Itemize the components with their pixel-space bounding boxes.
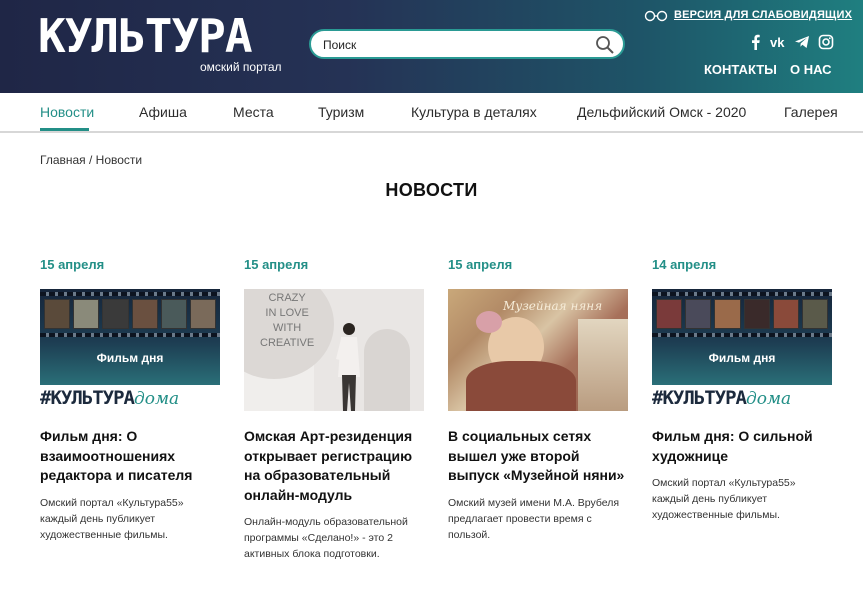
culture-home-tag: #КУЛЬТУРАдома (40, 385, 220, 411)
slide-text: CRAZY IN LOVE WITH CREATIVE (260, 292, 315, 349)
news-excerpt: Онлайн-модуль образовательной программы … (244, 516, 408, 560)
facebook-icon[interactable] (748, 34, 764, 50)
news-date: 14 апреля (652, 257, 717, 272)
site-logo[interactable]: КУЛЬТУРА омский портал (38, 9, 288, 78)
news-date: 15 апреля (448, 257, 513, 272)
glasses-icon (644, 10, 668, 22)
news-excerpt: Омский портал «Культура55» каждый день п… (40, 496, 184, 541)
news-image[interactable]: Фильм дня #КУЛЬТУРАдома (652, 289, 832, 411)
film-strip-graphic: Фильм дня (652, 289, 832, 385)
news-card[interactable]: 14 апреля Фильм дня #КУЛЬТУРАдома Фильм … (652, 257, 834, 523)
breadcrumb[interactable]: Главная / Новости (40, 153, 142, 167)
svg-text:vk: vk (770, 35, 785, 50)
news-title[interactable]: В социальных сетях вышел уже второй выпу… (448, 427, 630, 486)
nav-active-indicator (40, 128, 89, 131)
contacts-link[interactable]: КОНТАКТЫ (704, 62, 777, 77)
nav-item-tourism[interactable]: Туризм (318, 104, 364, 120)
search-icon[interactable] (595, 35, 615, 55)
search-input[interactable] (323, 36, 583, 54)
nav-item-culture-details[interactable]: Культура в деталях (411, 104, 537, 120)
accessibility-label: ВЕРСИЯ ДЛЯ СЛАБОВИДЯЩИХ (674, 9, 853, 21)
news-date: 15 апреля (40, 257, 105, 272)
news-title[interactable]: Фильм дня: О взаимоотношениях редактора … (40, 427, 222, 486)
news-title[interactable]: Фильм дня: О сильной художнице (652, 427, 834, 466)
logo-wordmark: КУЛЬТУРА (38, 9, 253, 63)
nav-item-afisha[interactable]: Афиша (139, 104, 187, 120)
news-image[interactable]: Фильм дня #КУЛЬТУРАдома (40, 289, 220, 411)
news-card[interactable]: 15 апреля CRAZY IN LOVE WITH CREATIVE Ом… (244, 257, 426, 562)
film-label: Фильм дня (708, 351, 776, 365)
news-excerpt: Омский портал «Культура55» каждый день п… (652, 477, 796, 521)
news-card[interactable]: 15 апреля Фильм дня #КУЛЬТУРАдома Фильм … (40, 257, 222, 543)
film-label: Фильм дня (96, 351, 164, 365)
nav-item-news[interactable]: Новости (40, 104, 94, 120)
page-title: НОВОСТИ (385, 180, 478, 200)
painting-caption: Музейная няня (503, 299, 603, 313)
nav-item-gallery[interactable]: Галерея (784, 104, 838, 120)
site-header: КУЛЬТУРА омский портал ВЕРСИЯ ДЛЯ СЛАБОВ… (0, 0, 863, 93)
speaker-figure (336, 323, 360, 411)
news-image[interactable]: Музейная няня (448, 289, 628, 411)
search-box (309, 29, 625, 59)
instagram-icon[interactable] (818, 34, 834, 50)
main-nav: Новости Афиша Места Туризм Культура в де… (0, 93, 863, 133)
telegram-icon[interactable] (794, 34, 810, 50)
news-image[interactable]: CRAZY IN LOVE WITH CREATIVE (244, 289, 424, 411)
about-link[interactable]: О НАС (790, 62, 832, 77)
news-title[interactable]: Омская Арт-резиденция открывает регистра… (244, 427, 426, 505)
nav-item-delphic-omsk[interactable]: Дельфийский Омск - 2020 (577, 104, 746, 120)
news-card[interactable]: 15 апреля Музейная няня В социальных сет… (448, 257, 630, 543)
nav-item-places[interactable]: Места (233, 104, 274, 120)
film-strip-graphic: Фильм дня (40, 289, 220, 385)
vk-icon[interactable]: vk (770, 34, 788, 50)
logo-subtitle: омский портал (200, 60, 282, 74)
culture-home-tag: #КУЛЬТУРАдома (652, 385, 832, 411)
news-date: 15 апреля (244, 257, 309, 272)
news-excerpt: Омский музей имени М.А. Врубеля предлага… (448, 496, 620, 541)
